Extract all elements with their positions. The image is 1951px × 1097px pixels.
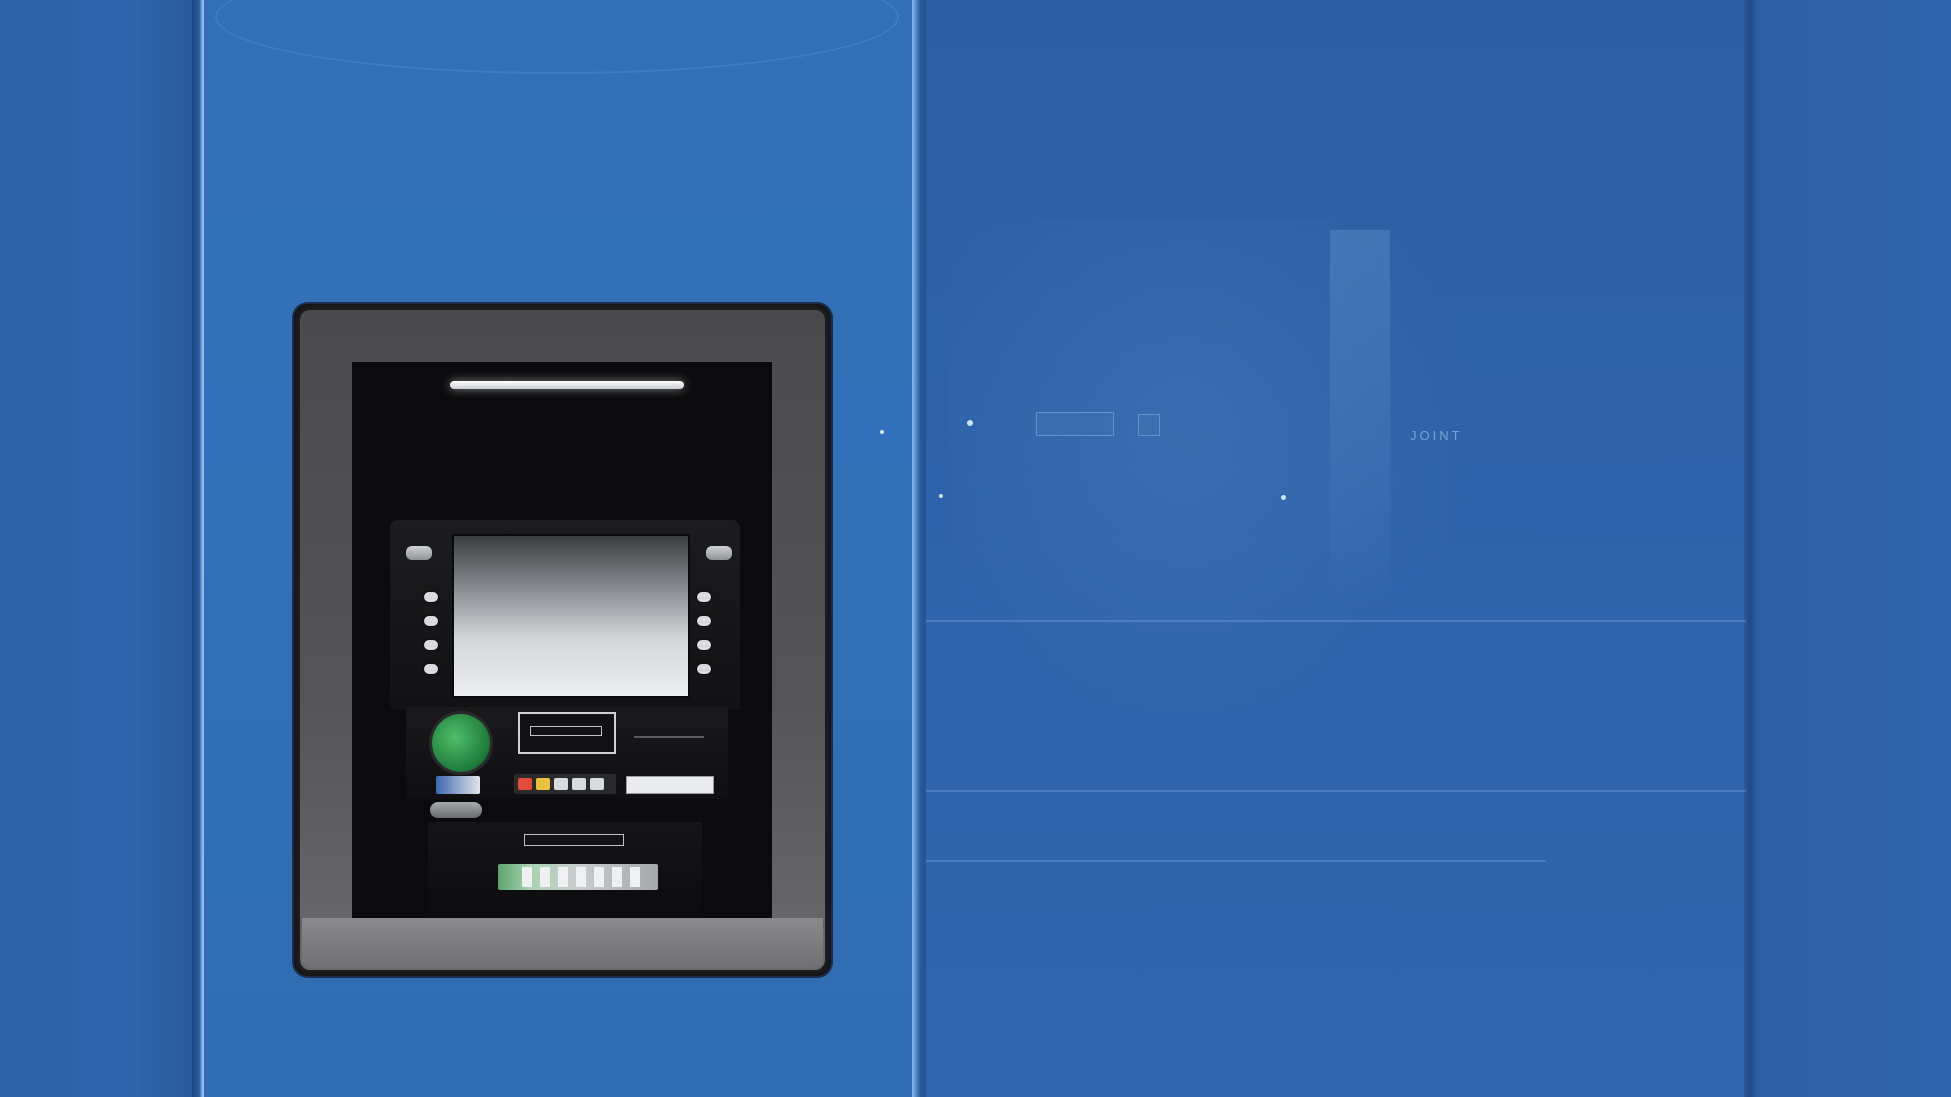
screen-side-button[interactable] (697, 664, 711, 674)
keypad-key[interactable] (590, 778, 604, 790)
screen-side-button[interactable] (424, 592, 438, 602)
camera-icon (706, 546, 732, 560)
reflection-line (926, 860, 1546, 862)
receipt-toggle[interactable] (430, 802, 482, 818)
dispenser-grill (558, 867, 568, 887)
wall-panel-left (0, 0, 192, 1097)
reflected-sign-text: JOINT (1410, 428, 1463, 443)
keypad-key[interactable] (572, 778, 586, 790)
screen-side-button[interactable] (424, 664, 438, 674)
card-logo-icon (436, 776, 480, 794)
dispenser-grill (612, 867, 622, 887)
card-slot-opening (530, 726, 602, 736)
dispenser-grill (576, 867, 586, 887)
dispenser-grill (594, 867, 604, 887)
screen-side-button[interactable] (424, 616, 438, 626)
screen-side-button[interactable] (697, 616, 711, 626)
keypad-key[interactable] (554, 778, 568, 790)
window-reflection (1330, 230, 1390, 610)
slot-guide-line (634, 736, 704, 738)
dispenser-grill (522, 867, 532, 887)
dispenser-label (524, 834, 624, 846)
reflected-sign (1036, 412, 1114, 436)
wall-panel-right (1756, 0, 1951, 1097)
panel-seam (192, 0, 204, 1097)
reflection-line (926, 620, 1746, 622)
reflected-light (1281, 495, 1286, 500)
camera-icon (406, 546, 432, 560)
keypad-key[interactable] (518, 778, 532, 790)
reflected-light (967, 420, 973, 426)
keypad-key[interactable] (536, 778, 550, 790)
screen-side-button[interactable] (424, 640, 438, 650)
reflected-light (880, 430, 884, 434)
panel-seam (912, 0, 926, 1097)
window-reflection (950, 220, 1470, 740)
atm-label-sticker (626, 776, 714, 794)
dispenser-grill (540, 867, 550, 887)
panel-seam (1744, 0, 1756, 1097)
screen-side-button[interactable] (697, 592, 711, 602)
photo-scene: JOINT (0, 0, 1951, 1097)
reflection-line (926, 790, 1746, 792)
reflected-sign-small (1138, 414, 1160, 436)
dispenser-grill (630, 867, 640, 887)
reflected-light (939, 494, 943, 498)
atm-light-bar (450, 381, 684, 389)
card-entry-button[interactable] (432, 714, 490, 772)
atm-screen[interactable] (452, 534, 690, 698)
screen-side-button[interactable] (697, 640, 711, 650)
atm-bezel-ledge (302, 918, 823, 968)
